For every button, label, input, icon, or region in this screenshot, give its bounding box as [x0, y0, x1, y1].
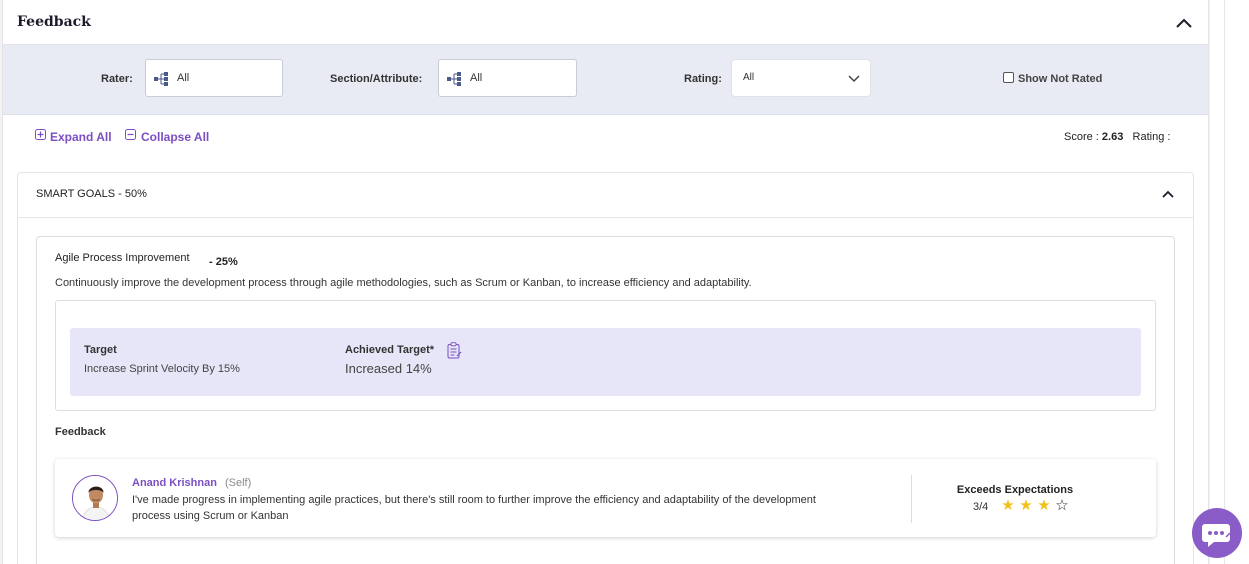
rating-select-value: All	[743, 72, 755, 83]
hierarchy-icon	[154, 72, 168, 86]
filter-bar: Rater: All Section/Attribute: All Rating…	[3, 45, 1208, 115]
section-attribute-picker[interactable]: All	[438, 59, 577, 97]
section-attribute-value: All	[470, 72, 483, 84]
show-not-rated-label[interactable]: Show Not Rated	[1018, 73, 1102, 85]
rating-label: Rating:	[684, 73, 722, 85]
feedback-panel: Feedback Rater: All Section/Attribute: A…	[2, 0, 1209, 564]
collapse-all-link[interactable]: Collapse All	[141, 130, 209, 144]
target-box: Target Increase Sprint Velocity By 15% A…	[55, 300, 1156, 411]
minus-square-icon[interactable]	[125, 129, 136, 140]
clipboard-icon[interactable]	[447, 342, 462, 359]
rating-select[interactable]: All	[731, 59, 871, 97]
goal-card: Agile Process Improvement - 25% Continuo…	[36, 236, 1175, 564]
section-smart-goals: SMART GOALS - 50% Agile Process Improvem…	[17, 172, 1194, 564]
show-not-rated-checkbox[interactable]	[1003, 72, 1014, 83]
feedback-text: I've made progress in implementing agile…	[132, 494, 816, 522]
overall-rating-label: Rating :	[1132, 131, 1171, 143]
target-value: Increase Sprint Velocity By 15%	[84, 363, 240, 375]
feedback-heading: Feedback	[55, 426, 106, 438]
plus-square-icon[interactable]	[35, 129, 46, 140]
feedback-rating-label: Exceeds Expectations	[956, 484, 1074, 496]
right-gutter	[1210, 0, 1249, 564]
score-value: 2.63	[1101, 131, 1124, 143]
star-icon: ☆	[1055, 497, 1069, 514]
panel-title: Feedback	[17, 14, 91, 30]
feedback-author-role: (Self)	[225, 477, 252, 489]
achieved-target-label: Achieved Target*	[345, 344, 435, 356]
star-icon: ★	[1019, 497, 1033, 514]
score-label: Score :	[1064, 131, 1099, 143]
rater-label: Rater:	[101, 73, 133, 85]
goal-weight: - 25%	[209, 256, 238, 268]
section-header[interactable]: SMART GOALS - 50%	[18, 173, 1193, 218]
target-panel: Target Increase Sprint Velocity By 15% A…	[70, 328, 1141, 396]
hierarchy-icon	[447, 72, 461, 86]
chevron-down-icon	[848, 75, 860, 83]
chevron-up-icon[interactable]	[1159, 185, 1177, 203]
scrollbar-track[interactable]	[1224, 0, 1225, 564]
achieved-target-value: Increased 14%	[345, 361, 432, 376]
avatar	[72, 475, 118, 521]
divider	[911, 475, 912, 523]
chat-button[interactable]	[1192, 508, 1242, 558]
goal-description: Continuously improve the development pro…	[55, 277, 752, 289]
star-rating: ★ ★ ★ ☆	[999, 497, 1071, 515]
rater-picker[interactable]: All	[145, 59, 283, 97]
feedback-card: Anand Krishnan (Self) I've made progress…	[55, 459, 1156, 537]
rater-value: All	[177, 72, 190, 84]
expand-all-link[interactable]: Expand All	[50, 130, 112, 144]
panel-header: Feedback	[3, 0, 1208, 45]
chevron-up-icon[interactable]	[1173, 12, 1195, 34]
target-label: Target	[84, 344, 117, 356]
goal-title: Agile Process Improvement	[55, 252, 190, 264]
chat-bubble-icon	[1202, 524, 1231, 547]
score-summary: Score : 2.63 Rating :	[1064, 131, 1170, 143]
avatar-image	[73, 476, 117, 520]
feedback-rating-score: 3/4	[973, 501, 989, 513]
section-attribute-label: Section/Attribute:	[330, 73, 423, 85]
feedback-author-name[interactable]: Anand Krishnan	[132, 477, 217, 489]
page: Feedback Rater: All Section/Attribute: A…	[0, 0, 1249, 564]
section-title: SMART GOALS - 50%	[36, 188, 147, 200]
star-icon: ★	[1037, 497, 1051, 514]
star-icon: ★	[1001, 497, 1015, 514]
